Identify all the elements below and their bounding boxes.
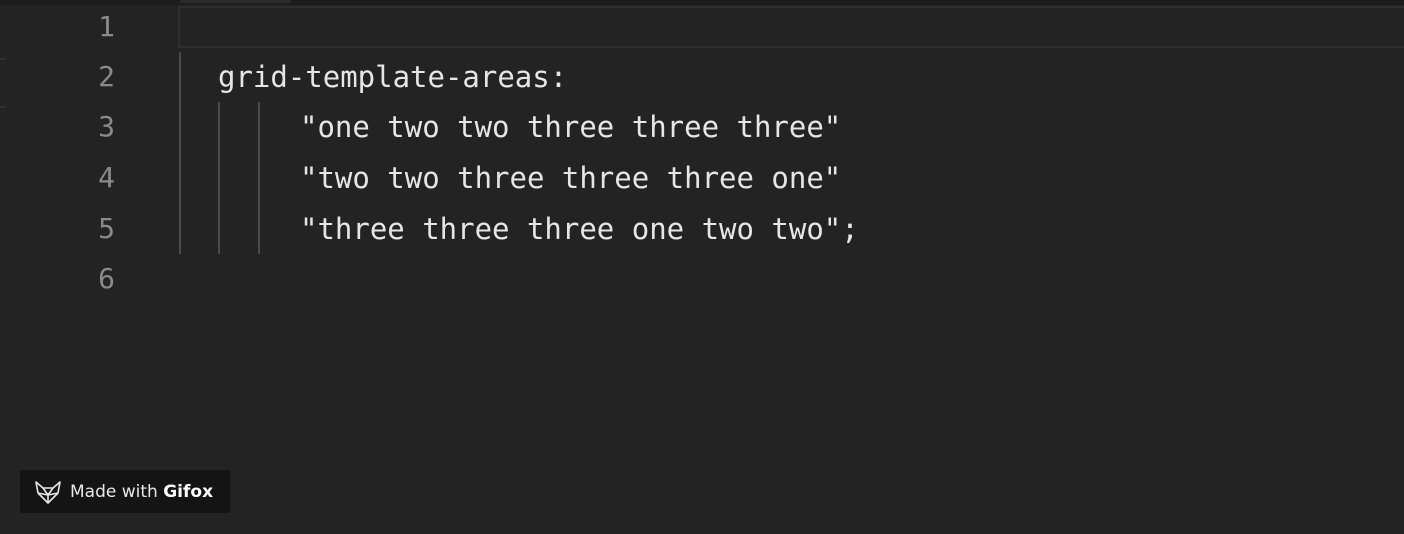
code-line[interactable]: grid-template-areas: xyxy=(218,52,567,102)
watermark-brand: Gifox xyxy=(163,481,214,502)
line-number: 1 xyxy=(98,10,115,43)
left-edge-divider xyxy=(0,58,6,60)
line-number: 3 xyxy=(98,110,115,143)
line-number: 6 xyxy=(98,262,115,295)
editor-tab[interactable] xyxy=(180,0,290,3)
code-line[interactable]: "one two two three three three" xyxy=(300,102,841,152)
line-number: 4 xyxy=(98,161,115,194)
top-tab-strip xyxy=(0,0,1404,5)
code-line[interactable]: "two two three three three one" xyxy=(300,153,841,203)
code-editor[interactable]: 1 2 3 4 5 6 grid-template-areas: "one tw… xyxy=(0,0,1404,534)
code-line[interactable]: "three three three one two two"; xyxy=(300,204,859,254)
line-number: 5 xyxy=(98,212,115,245)
left-edge-divider xyxy=(0,106,6,108)
current-line-highlight xyxy=(178,6,1404,48)
indent-guide xyxy=(218,102,220,254)
indent-guide xyxy=(258,102,260,254)
indent-guide xyxy=(179,52,181,254)
made-with-gifox-badge: Made with Gifox xyxy=(20,470,230,513)
fox-icon xyxy=(35,480,61,504)
line-number: 2 xyxy=(98,60,115,93)
watermark-prefix: Made with xyxy=(70,481,164,502)
